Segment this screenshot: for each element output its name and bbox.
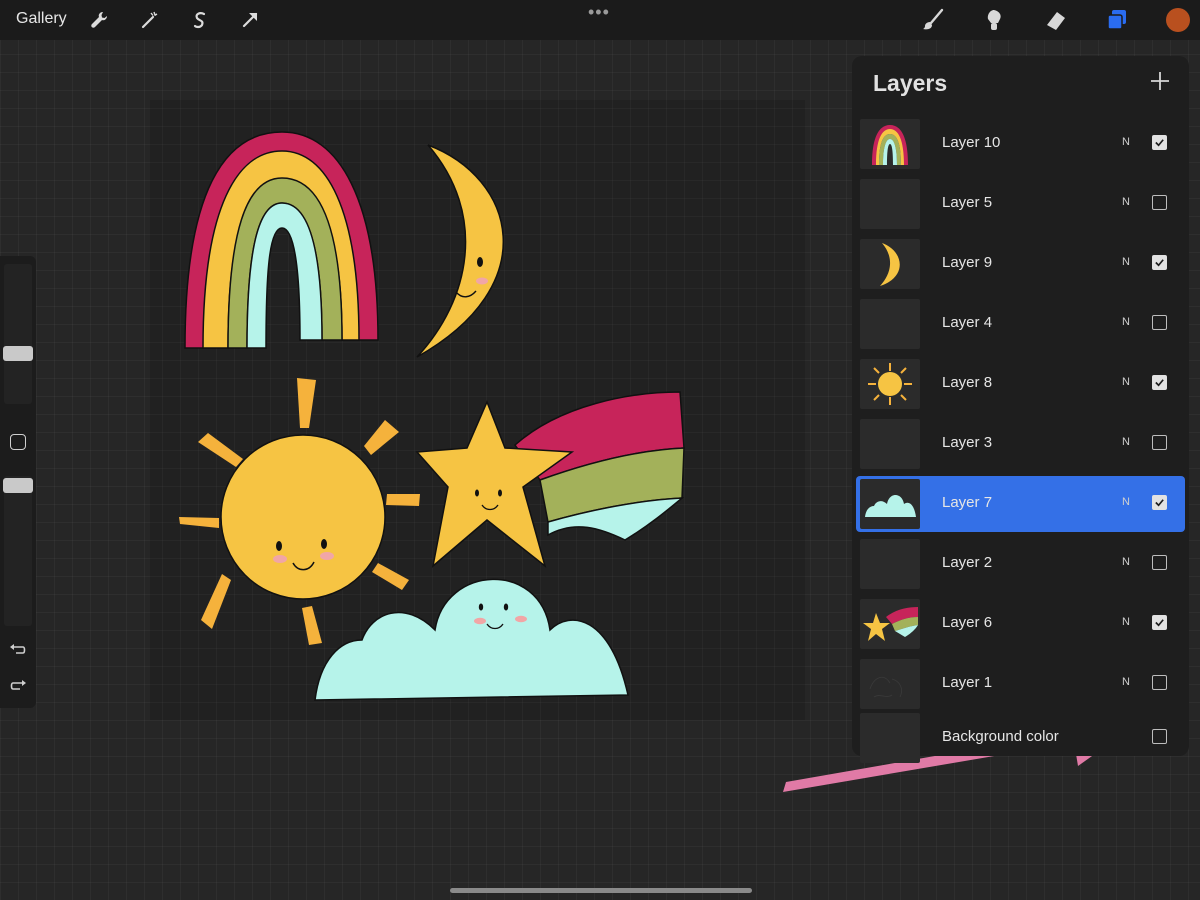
visibility-checkbox[interactable]: [1152, 555, 1167, 570]
eraser-icon[interactable]: [1043, 7, 1069, 33]
rainbow-drawing: [184, 131, 379, 349]
layers-panel-title: Layers: [873, 70, 948, 96]
layer-name: Layer 5: [942, 194, 993, 211]
gallery-button[interactable]: Gallery: [16, 10, 67, 28]
left-sidebar: [0, 256, 36, 708]
cloud-drawing: [314, 578, 629, 701]
blend-mode-button[interactable]: N: [1122, 436, 1130, 448]
layer-thumbnail[interactable]: [860, 119, 920, 169]
blend-mode-button[interactable]: N: [1122, 256, 1130, 268]
color-swatch-button[interactable]: [1165, 7, 1191, 33]
magic-wand-icon[interactable]: [139, 9, 161, 31]
layer-thumbnail[interactable]: [860, 659, 920, 709]
layer-thumbnail[interactable]: [860, 239, 920, 289]
layer-name: Layer 10: [942, 134, 1001, 151]
brush-icon[interactable]: [920, 7, 946, 33]
visibility-checkbox[interactable]: [1152, 135, 1167, 150]
layer-name: Layer 4: [942, 314, 993, 331]
layer-thumbnail[interactable]: [860, 419, 920, 469]
visibility-checkbox[interactable]: [1152, 255, 1167, 270]
brush-size-thumb[interactable]: [3, 346, 33, 361]
layer-row-3[interactable]: Layer 9 N: [856, 236, 1185, 292]
undo-icon[interactable]: [8, 640, 28, 660]
layers-panel: Layers Layer 10 N Layer 5 N Layer 9 N Layer 4 N…: [852, 56, 1189, 763]
blend-mode-button[interactable]: N: [1122, 616, 1130, 628]
layer-name: Layer 1: [942, 674, 993, 691]
layer-row-1[interactable]: Layer 10 N: [856, 116, 1185, 172]
home-indicator[interactable]: [450, 888, 752, 893]
layer-thumbnail[interactable]: [860, 539, 920, 589]
selection-s-icon[interactable]: [189, 9, 211, 31]
visibility-checkbox[interactable]: [1152, 675, 1167, 690]
shooting-star-drawing: [415, 391, 685, 569]
blend-mode-button[interactable]: N: [1122, 556, 1130, 568]
layer-thumbnail[interactable]: [860, 479, 920, 529]
layer-name: Layer 6: [942, 614, 993, 631]
layer-row-5[interactable]: Layer 8 N: [856, 356, 1185, 412]
visibility-checkbox[interactable]: [1152, 729, 1167, 744]
layer-row-4[interactable]: Layer 4 N: [856, 296, 1185, 352]
wrench-icon[interactable]: [88, 9, 110, 31]
top-toolbar: Gallery •••: [0, 0, 1200, 40]
layer-row-9[interactable]: Layer 6 N: [856, 596, 1185, 652]
sun-drawing: [179, 378, 420, 645]
visibility-checkbox[interactable]: [1152, 315, 1167, 330]
layer-row-10[interactable]: Layer 1 N: [856, 656, 1185, 712]
layer-row-7[interactable]: Layer 7 N: [856, 476, 1185, 532]
opacity-thumb[interactable]: [3, 478, 33, 493]
brush-size-slider[interactable]: [4, 264, 32, 404]
blend-mode-button[interactable]: N: [1122, 676, 1130, 688]
layer-row-8[interactable]: Layer 2 N: [856, 536, 1185, 592]
redo-icon[interactable]: [8, 676, 28, 696]
layer-name: Layer 2: [942, 554, 993, 571]
layer-thumbnail[interactable]: [860, 299, 920, 349]
smudge-icon[interactable]: [981, 7, 1007, 33]
layer-row-2[interactable]: Layer 5 N: [856, 176, 1185, 232]
opacity-slider[interactable]: [4, 476, 32, 626]
add-layer-button[interactable]: [1149, 70, 1171, 92]
moon-drawing: [416, 144, 505, 358]
blend-mode-button[interactable]: N: [1122, 376, 1130, 388]
transform-arrow-icon[interactable]: [239, 9, 261, 31]
visibility-checkbox[interactable]: [1152, 615, 1167, 630]
visibility-checkbox[interactable]: [1152, 375, 1167, 390]
modify-button[interactable]: [10, 434, 26, 450]
layer-thumbnail[interactable]: [860, 179, 920, 229]
layer-name: Layer 3: [942, 434, 993, 451]
visibility-checkbox[interactable]: [1152, 435, 1167, 450]
blend-mode-button[interactable]: N: [1122, 316, 1130, 328]
blend-mode-button[interactable]: N: [1122, 196, 1130, 208]
layers-icon[interactable]: [1104, 7, 1130, 33]
layer-thumbnail[interactable]: [860, 713, 920, 763]
layer-row-11[interactable]: Background color: [856, 710, 1185, 766]
layer-row-6[interactable]: Layer 3 N: [856, 416, 1185, 472]
layer-name: Background color: [942, 728, 1059, 745]
layer-thumbnail[interactable]: [860, 599, 920, 649]
layer-name: Layer 8: [942, 374, 993, 391]
layer-name: Layer 7: [942, 494, 993, 511]
blend-mode-button[interactable]: N: [1122, 136, 1130, 148]
blend-mode-button[interactable]: N: [1122, 496, 1130, 508]
layer-name: Layer 9: [942, 254, 993, 271]
visibility-checkbox[interactable]: [1152, 195, 1167, 210]
visibility-checkbox[interactable]: [1152, 495, 1167, 510]
more-options-button[interactable]: •••: [588, 2, 610, 23]
layer-thumbnail[interactable]: [860, 359, 920, 409]
